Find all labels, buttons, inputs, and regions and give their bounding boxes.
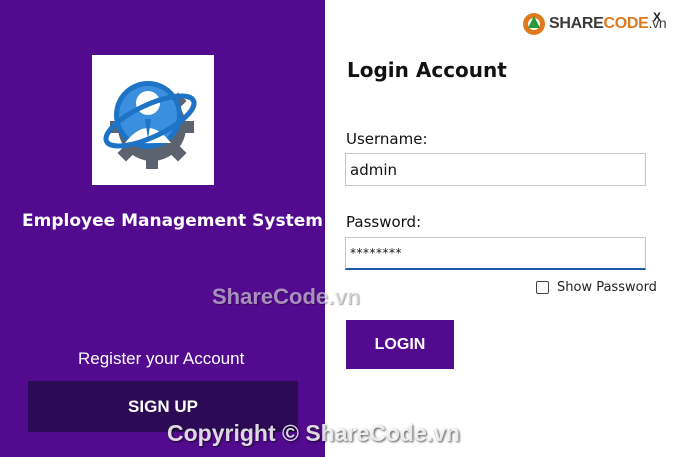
employee-logo <box>92 55 214 185</box>
password-label: Password: <box>346 213 422 231</box>
left-panel: Employee Management System Register your… <box>0 0 325 457</box>
brand-text-accent: CODE <box>603 15 649 32</box>
brand-text-main: SHARE <box>549 15 604 32</box>
watermark-copyright: Copyright © ShareCode.vn <box>167 420 460 446</box>
employee-gear-icon <box>103 81 197 169</box>
show-password-label: Show Password <box>557 280 657 295</box>
sharecode-brand-icon <box>523 13 545 35</box>
show-password-toggle[interactable]: Show Password <box>536 280 657 295</box>
watermark-center: ShareCode.vn <box>212 284 360 309</box>
brand-wordmark: SHARECODE.vn <box>549 15 667 33</box>
brand-corner-mark: X <box>653 10 662 24</box>
username-input[interactable] <box>345 153 646 186</box>
app-title: Employee Management System <box>22 211 323 231</box>
show-password-checkbox[interactable] <box>536 281 549 294</box>
register-prompt: Register your Account <box>78 349 245 368</box>
login-button[interactable]: LOGIN <box>346 320 454 369</box>
form-title: Login Account <box>347 58 507 82</box>
username-label: Username: <box>346 130 428 148</box>
password-input[interactable] <box>345 237 646 270</box>
sharecode-logo: SHARECODE.vn <box>522 12 667 36</box>
